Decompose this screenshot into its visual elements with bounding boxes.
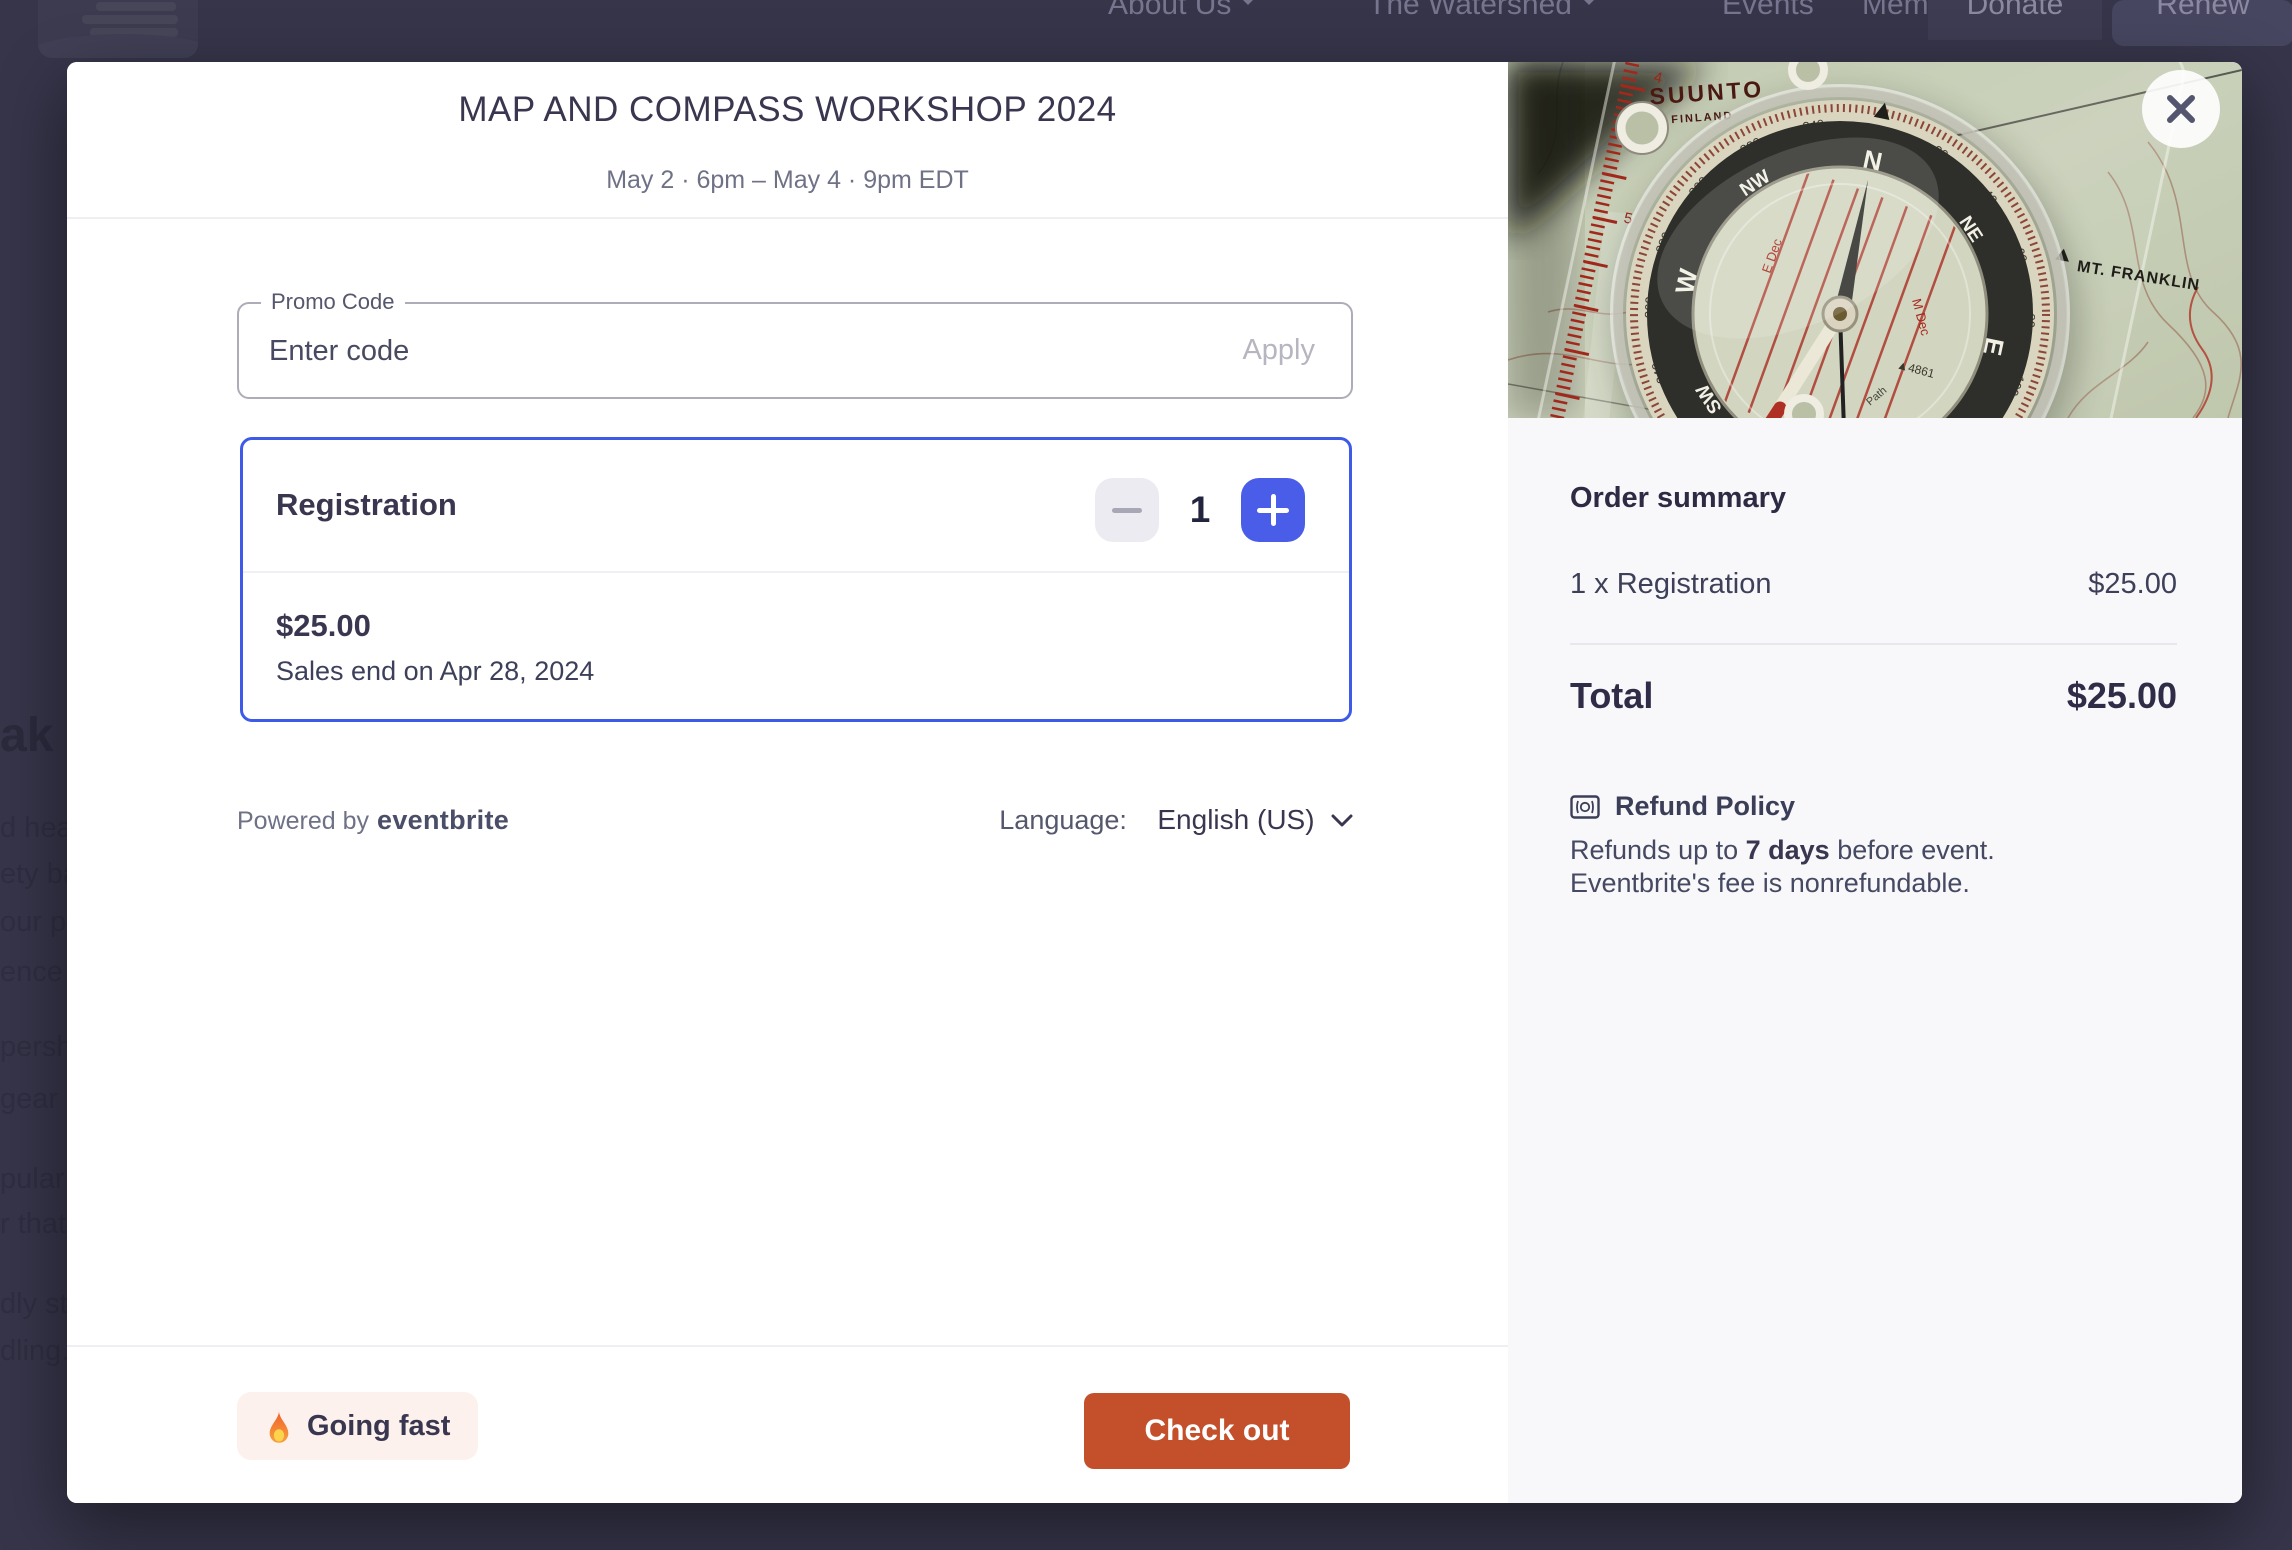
compass-map-illustration: 4 5 SUUNTO FINLAND 5001 MT. FRANKLIN xyxy=(1508,62,2242,418)
minus-icon xyxy=(1112,508,1142,513)
nav-label: The Watershed xyxy=(1368,0,1572,21)
quantity-increase-button[interactable] xyxy=(1241,478,1305,542)
nav-label: Donate xyxy=(1928,0,2102,28)
check-out-button[interactable]: Check out xyxy=(1084,1393,1350,1469)
refund-policy-header: Refund Policy xyxy=(1570,791,1795,822)
quantity-value: 1 xyxy=(1159,489,1241,531)
nav-button-renew[interactable]: Renew xyxy=(2112,0,2292,46)
checkout-modal: MAP AND COMPASS WORKSHOP 2024 May 2 · 6p… xyxy=(67,62,2242,1503)
footer-divider xyxy=(67,1345,1508,1347)
background-text-fragments: ak o d hea ety ba our pr ence persh gear… xyxy=(0,0,67,1550)
background-line-fragment: dling. xyxy=(0,1335,67,1368)
language-selector[interactable]: Language: English (US) xyxy=(999,804,1353,836)
event-image-compass-on-map: 4 5 SUUNTO FINLAND 5001 MT. FRANKLIN xyxy=(1508,62,2242,418)
ticket-selection-panel: MAP AND COMPASS WORKSHOP 2024 May 2 · 6p… xyxy=(67,62,1508,1503)
promo-code-input[interactable] xyxy=(267,304,1051,399)
order-total-row: Total $25.00 xyxy=(1570,675,2177,717)
nav-item-the-watershed[interactable]: The Watershed xyxy=(1368,0,1596,28)
background-heading-fragment: ak o xyxy=(0,708,67,763)
total-label: Total xyxy=(1570,675,1653,717)
order-summary-title: Order summary xyxy=(1570,482,1786,515)
refund-text-suffix: before event. xyxy=(1830,835,1995,865)
background-line-fragment: ence xyxy=(0,956,63,989)
refund-policy-text: Refunds up to 7 days before event. Event… xyxy=(1570,834,1995,900)
refund-text-line2: Eventbrite's fee is nonrefundable. xyxy=(1570,868,1970,898)
nav-label: Renew xyxy=(2112,0,2292,28)
eventbrite-logo[interactable]: eventbrite xyxy=(377,805,509,835)
ticket-card-registration: Registration 1 $25.00 Sales end on Apr 2… xyxy=(240,437,1352,722)
ticket-name: Registration xyxy=(276,487,457,523)
plus-icon xyxy=(1271,494,1276,526)
line-item-label: 1 x Registration xyxy=(1570,568,1772,601)
event-title: MAP AND COMPASS WORKSHOP 2024 xyxy=(67,90,1508,130)
nav-button-donate[interactable]: Donate xyxy=(1928,0,2102,40)
powered-language-row: Powered by eventbrite Language: English (… xyxy=(237,804,1353,836)
nav-item-events[interactable]: Events xyxy=(1722,0,1814,28)
going-fast-label: Going fast xyxy=(307,1410,450,1443)
apply-promo-button[interactable]: Apply xyxy=(1236,304,1321,397)
header-divider xyxy=(67,217,1508,219)
flame-icon xyxy=(265,1408,293,1444)
powered-by: Powered by eventbrite xyxy=(237,805,509,836)
nav-label: About Us xyxy=(1108,0,1231,21)
total-amount: $25.00 xyxy=(2067,675,2177,717)
background-line-fragment: gear xyxy=(0,1083,58,1116)
nav-label: Events xyxy=(1722,0,1814,21)
banknote-icon xyxy=(1570,795,1600,819)
chevron-down-icon xyxy=(1331,814,1353,828)
ticket-divider xyxy=(243,571,1349,573)
close-button[interactable] xyxy=(2142,70,2220,148)
order-line-item: 1 x Registration $25.00 xyxy=(1570,568,2177,601)
background-line-fragment: our pr xyxy=(0,906,67,939)
background-line-fragment: dly st xyxy=(0,1288,67,1321)
promo-code-field: Promo Code Apply xyxy=(237,302,1353,399)
background-line-fragment: pular xyxy=(0,1163,65,1196)
refund-text-prefix: Refunds up to xyxy=(1570,835,1746,865)
going-fast-badge: Going fast xyxy=(237,1392,478,1460)
line-item-amount: $25.00 xyxy=(2088,568,2177,601)
background-line-fragment: d hea xyxy=(0,812,67,845)
chevron-down-icon xyxy=(1241,0,1255,12)
logo-shape xyxy=(82,15,178,24)
ticket-price: $25.00 xyxy=(276,608,371,644)
powered-by-prefix: Powered by xyxy=(237,807,369,835)
logo-shape xyxy=(96,2,176,11)
order-summary-panel: 4 5 SUUNTO FINLAND 5001 MT. FRANKLIN xyxy=(1508,62,2242,1503)
language-value[interactable]: English (US) xyxy=(1157,804,1314,835)
ticket-sales-end: Sales end on Apr 28, 2024 xyxy=(276,656,594,687)
chevron-down-icon xyxy=(1582,0,1596,12)
refund-policy-title: Refund Policy xyxy=(1615,791,1795,822)
refund-text-days: 7 days xyxy=(1746,835,1830,865)
summary-divider xyxy=(1570,643,2177,645)
quantity-stepper: 1 xyxy=(1095,478,1305,542)
close-icon xyxy=(2164,92,2198,126)
nav-item-about-us[interactable]: About Us xyxy=(1108,0,1255,28)
background-line-fragment: r that xyxy=(0,1208,66,1241)
quantity-decrease-button[interactable] xyxy=(1095,478,1159,542)
language-label: Language: xyxy=(999,805,1127,835)
background-line-fragment: ety ba xyxy=(0,858,67,891)
background-line-fragment: persh xyxy=(0,1031,67,1064)
event-datetime: May 2 · 6pm – May 4 · 9pm EDT xyxy=(67,166,1508,195)
